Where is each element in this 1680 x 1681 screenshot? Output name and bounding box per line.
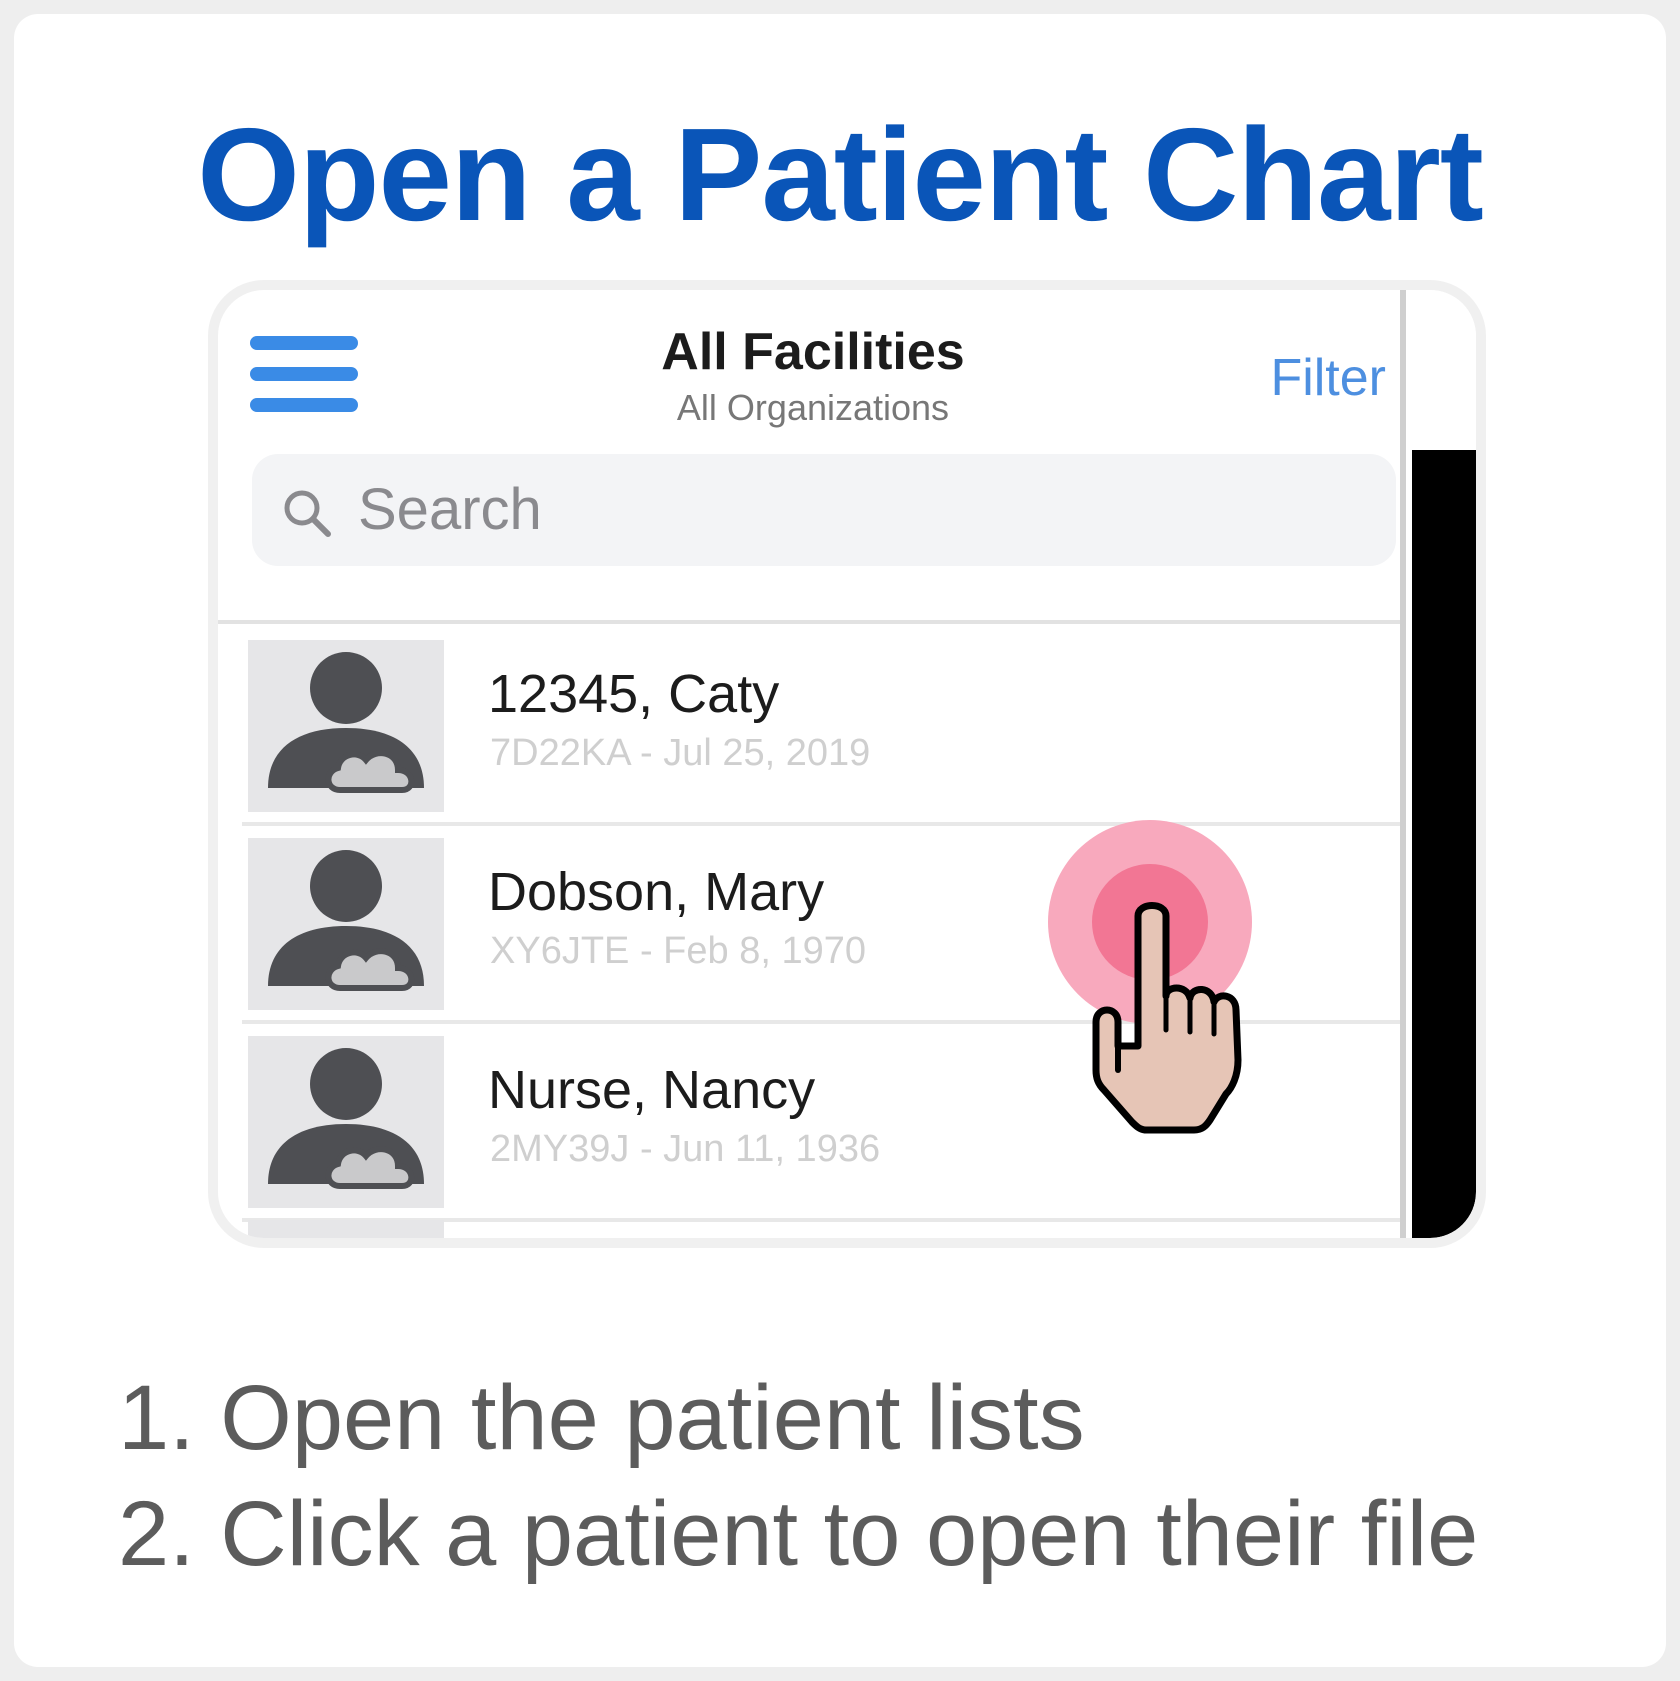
avatar [248, 1220, 444, 1238]
header-subtitle: All Organizations [676, 387, 950, 428]
patient-details: 2MY39J - Jun 11, 1936 [490, 1128, 881, 1170]
patient-name: Nurse, Nancy [488, 1060, 816, 1120]
search-icon [284, 490, 331, 537]
search-placeholder: Search [358, 477, 542, 542]
step-2: 2. Click a patient to open their file [118, 1483, 1479, 1585]
avatar [248, 838, 444, 1010]
patient-details: 7D22KA - Jul 25, 2019 [490, 732, 871, 774]
patient-row[interactable]: 12345, Caty 7D22KA - Jul 25, 2019 [218, 626, 1406, 826]
search-input[interactable]: Search [252, 454, 1396, 566]
avatar [248, 1036, 444, 1208]
patient-name: 12345, Caty [488, 664, 780, 724]
scrollbar-thumb[interactable] [1412, 450, 1476, 1238]
person-cloud-avatar-icon [268, 1048, 424, 1189]
filter-button[interactable]: Filter [1218, 346, 1386, 410]
step-1: 1. Open the patient lists [118, 1367, 1085, 1469]
pointing-hand-tap-icon [1048, 820, 1252, 1134]
person-cloud-avatar-icon [268, 850, 424, 991]
instruction-steps: 1. Open the patient lists 2. Click a pat… [118, 1360, 1478, 1592]
hamburger-menu-icon[interactable] [250, 336, 358, 412]
patient-details: XY6JTE - Feb 8, 1970 [490, 930, 866, 972]
page-title: Open a Patient Chart [197, 101, 1484, 248]
avatar [248, 640, 444, 812]
person-cloud-avatar-icon [268, 652, 424, 793]
header-title: All Facilities [661, 323, 965, 381]
patient-name: Dobson, Mary [488, 862, 825, 922]
list-divider [218, 620, 1406, 624]
phone-screenshot: All Facilities All Organizations Filter … [208, 280, 1486, 1248]
app-screen: All Facilities All Organizations Filter … [218, 290, 1476, 1238]
